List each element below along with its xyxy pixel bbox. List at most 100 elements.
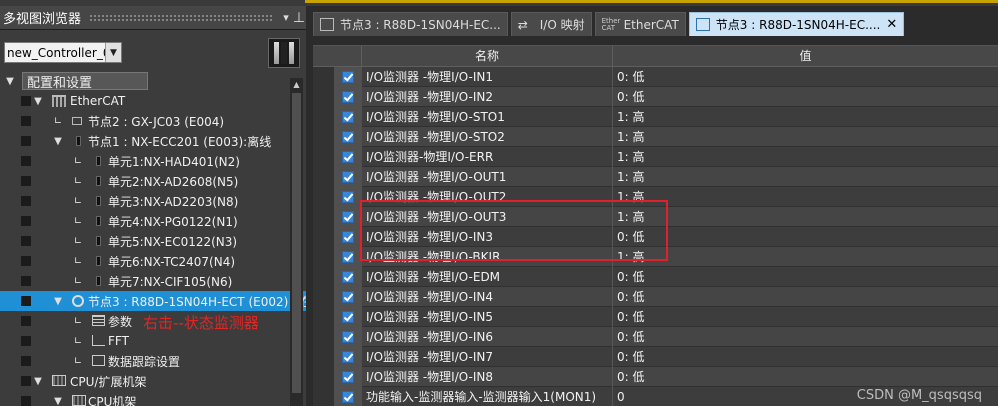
row-value[interactable]: 1: 高 bbox=[613, 207, 998, 227]
expand-arrow-icon[interactable]: ▼ bbox=[52, 296, 64, 307]
pin-icon[interactable]: ▾ bbox=[280, 11, 292, 24]
tree-item[interactable]: ∟ 单元1:NX-HAD401(N2) bbox=[0, 151, 290, 171]
table-row[interactable]: I/O监测器-物理I/O-ERR 1: 高 bbox=[313, 146, 998, 167]
table-row[interactable]: I/O监测器 -物理I/O-IN7 0: 低 bbox=[313, 346, 998, 367]
row-value[interactable]: 0: 低 bbox=[613, 227, 998, 247]
tree-item[interactable]: ∟ 参数 右击--状态监测器 bbox=[0, 311, 290, 332]
checkbox-checked-icon[interactable] bbox=[342, 330, 354, 343]
tree-item[interactable]: ∟ 单元3:NX-AD2203(N8) bbox=[0, 191, 290, 211]
row-value[interactable]: 1: 高 bbox=[613, 167, 998, 187]
checkbox-checked-icon[interactable] bbox=[342, 290, 354, 303]
checkbox-checked-icon[interactable] bbox=[342, 190, 354, 203]
checkbox-checked-icon[interactable] bbox=[342, 230, 354, 243]
row-checkbox[interactable] bbox=[334, 306, 362, 327]
expand-arrow-icon[interactable]: ▼ bbox=[32, 96, 44, 107]
table-row[interactable]: I/O监测器 -物理I/O-OUT2 1: 高 bbox=[313, 186, 998, 207]
tree-item[interactable]: ∟ 单元4:NX-PG0122(N1) bbox=[0, 211, 290, 231]
tree-item[interactable]: ▼ 节点1 : NX-ECC201 (E003):离线 bbox=[0, 131, 290, 151]
row-checkbox[interactable] bbox=[334, 366, 362, 387]
checkbox-checked-icon[interactable] bbox=[342, 110, 354, 123]
row-value[interactable]: 1: 高 bbox=[613, 247, 998, 267]
table-row[interactable]: I/O监测器 -物理I/O-IN4 0: 低 bbox=[313, 286, 998, 307]
row-value[interactable]: 1: 高 bbox=[613, 127, 998, 147]
checkbox-checked-icon[interactable] bbox=[342, 390, 354, 403]
tree-item[interactable]: ▼ EtherCAT bbox=[0, 91, 290, 111]
table-row[interactable]: I/O监测器 -物理I/O-EDM 0: 低 bbox=[313, 266, 998, 287]
row-checkbox[interactable] bbox=[334, 186, 362, 207]
row-checkbox[interactable] bbox=[334, 166, 362, 187]
table-row[interactable]: I/O监测器 -物理I/O-BKIR 1: 高 bbox=[313, 246, 998, 267]
row-checkbox[interactable] bbox=[334, 86, 362, 107]
row-value[interactable]: 0: 低 bbox=[613, 347, 998, 367]
table-row[interactable]: I/O监测器 -物理I/O-IN3 0: 低 bbox=[313, 226, 998, 247]
table-row[interactable]: I/O监测器 -物理I/O-OUT1 1: 高 bbox=[313, 166, 998, 187]
table-row[interactable]: I/O监测器 -物理I/O-IN5 0: 低 bbox=[313, 306, 998, 327]
row-value[interactable]: 0: 低 bbox=[613, 287, 998, 307]
tree-item[interactable]: ▼ CPU/扩展机架 bbox=[0, 371, 290, 391]
row-checkbox[interactable] bbox=[334, 146, 362, 167]
row-checkbox[interactable] bbox=[334, 266, 362, 287]
tree-item[interactable]: ∟ 单元7:NX-CIF105(N6) bbox=[0, 271, 290, 291]
checkbox-checked-icon[interactable] bbox=[342, 90, 354, 103]
header-value[interactable]: 值 bbox=[613, 46, 998, 66]
tree-item[interactable]: ∟ 数据跟踪设置 bbox=[0, 351, 290, 371]
row-checkbox[interactable] bbox=[334, 106, 362, 127]
row-value[interactable]: 0: 低 bbox=[613, 87, 998, 107]
tree-item[interactable]: ∟ 单元6:NX-TC2407(N4) bbox=[0, 251, 290, 271]
expand-arrow-icon[interactable]: ▼ bbox=[4, 76, 16, 87]
checkbox-checked-icon[interactable] bbox=[342, 370, 354, 383]
row-checkbox[interactable] bbox=[334, 206, 362, 227]
checkbox-checked-icon[interactable] bbox=[342, 70, 354, 83]
row-checkbox[interactable] bbox=[334, 246, 362, 267]
checkbox-checked-icon[interactable] bbox=[342, 250, 354, 263]
row-checkbox[interactable] bbox=[334, 286, 362, 307]
tree-scrollbar[interactable]: ▲ bbox=[290, 78, 303, 406]
row-checkbox[interactable] bbox=[334, 326, 362, 347]
row-value[interactable]: 1: 高 bbox=[613, 147, 998, 167]
tree-item[interactable]: ∟ 单元2:NX-AD2608(N5) bbox=[0, 171, 290, 191]
tree-item[interactable]: ▼ 节点3 : R88D-1SN04H-ECT (E002) : 在 bbox=[0, 291, 306, 311]
table-row[interactable]: I/O监测器 -物理I/O-IN1 0: 低 bbox=[313, 66, 998, 87]
row-checkbox[interactable] bbox=[334, 346, 362, 367]
row-value[interactable]: 0: 低 bbox=[613, 367, 998, 387]
table-row[interactable]: I/O监测器 -物理I/O-IN8 0: 低 bbox=[313, 366, 998, 387]
controller-select[interactable]: new_Controller_0 ▼ bbox=[4, 42, 122, 63]
expand-arrow-icon[interactable]: ▼ bbox=[52, 396, 64, 406]
checkbox-checked-icon[interactable] bbox=[342, 270, 354, 283]
editor-tab[interactable]: ⇄ I/O 映射 bbox=[510, 12, 592, 36]
checkbox-checked-icon[interactable] bbox=[342, 310, 354, 323]
controller-device-icon[interactable] bbox=[268, 38, 300, 68]
checkbox-checked-icon[interactable] bbox=[342, 170, 354, 183]
tree-item[interactable]: ∟ FFT bbox=[0, 331, 290, 351]
row-value[interactable]: 1: 高 bbox=[613, 187, 998, 207]
auto-hide-icon[interactable]: ⊥ bbox=[292, 10, 306, 26]
row-checkbox[interactable] bbox=[334, 66, 362, 87]
expand-arrow-icon[interactable]: ▼ bbox=[32, 376, 44, 387]
table-row[interactable]: I/O监测器 -物理I/O-OUT3 1: 高 bbox=[313, 206, 998, 227]
header-name[interactable]: 名称 bbox=[362, 46, 613, 66]
table-row[interactable]: I/O监测器 -物理I/O-STO2 1: 高 bbox=[313, 126, 998, 147]
editor-tab[interactable]: 节点3 : R88D-1SN04H-EC... bbox=[313, 12, 508, 36]
row-checkbox[interactable] bbox=[334, 386, 362, 406]
row-value[interactable]: 0: 低 bbox=[613, 67, 998, 87]
tree-item[interactable]: ∟ 节点2 : GX-JC03 (E004) bbox=[0, 111, 290, 131]
panel-grip[interactable] bbox=[89, 13, 272, 22]
editor-tab[interactable]: Ether CAT EtherCAT bbox=[594, 12, 686, 36]
table-row[interactable]: I/O监测器 -物理I/O-IN6 0: 低 bbox=[313, 326, 998, 347]
tab-active-node3[interactable]: 节点3 : R88D-1SN04H-EC.... ✕ bbox=[688, 12, 905, 36]
checkbox-checked-icon[interactable] bbox=[342, 130, 354, 143]
table-row[interactable]: I/O监测器 -物理I/O-IN2 0: 低 bbox=[313, 86, 998, 107]
chevron-down-icon[interactable]: ▼ bbox=[105, 43, 121, 62]
tree-item[interactable]: ▼ 配置和设置 bbox=[0, 71, 290, 91]
row-value[interactable]: 1: 高 bbox=[613, 107, 998, 127]
expand-arrow-icon[interactable]: ▼ bbox=[52, 136, 64, 147]
tree-item[interactable]: ∟ 单元5:NX-EC0122(N3) bbox=[0, 231, 290, 251]
checkbox-checked-icon[interactable] bbox=[342, 150, 354, 163]
scroll-up-icon[interactable]: ▲ bbox=[290, 78, 303, 91]
row-checkbox[interactable] bbox=[334, 226, 362, 247]
row-value[interactable]: 0: 低 bbox=[613, 267, 998, 287]
table-row[interactable]: I/O监测器 -物理I/O-STO1 1: 高 bbox=[313, 106, 998, 127]
scrollbar-thumb[interactable] bbox=[292, 93, 301, 393]
checkbox-checked-icon[interactable] bbox=[342, 210, 354, 223]
row-checkbox[interactable] bbox=[334, 126, 362, 147]
